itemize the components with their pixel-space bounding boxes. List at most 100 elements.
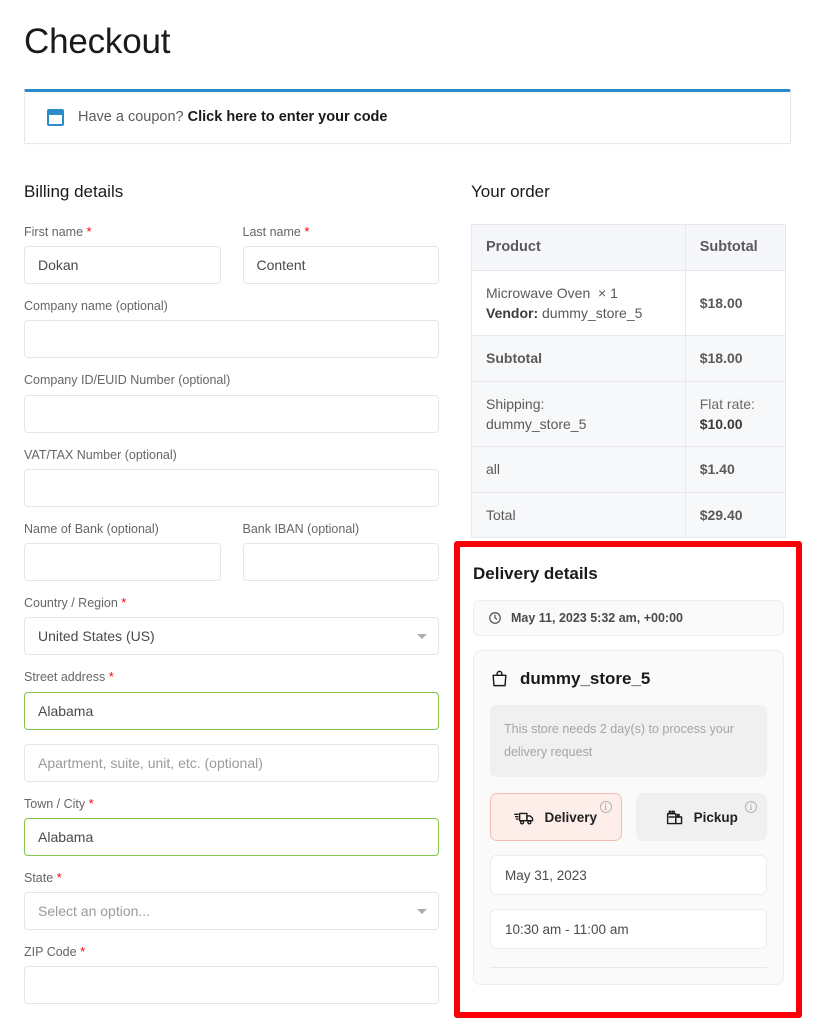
vat-tax-label: VAT/TAX Number (optional) xyxy=(24,447,177,462)
last-name-input[interactable] xyxy=(242,246,439,284)
subtotal-label: Subtotal xyxy=(471,335,686,382)
required-mark: * xyxy=(80,944,86,959)
store-header: dummy_store_5 xyxy=(490,669,767,689)
page-title: Checkout xyxy=(24,22,171,61)
order-item-cell: Microwave Oven × 1 Vendor: dummy_store_5 xyxy=(471,269,686,337)
state-label-text: State xyxy=(24,870,54,885)
order-table-head: Product Subtotal xyxy=(471,223,787,271)
delivery-time-field[interactable]: 10:30 am - 11:00 am xyxy=(490,909,767,950)
subtotal-amount: $18.00 xyxy=(684,335,787,382)
shipping-amount-cell: Flat rate: $10.00 xyxy=(684,380,787,448)
table-row: Shipping: dummy_store_5 Flat rate: $10.0… xyxy=(471,380,787,448)
vendor-name: dummy_store_5 xyxy=(542,305,643,322)
bank-iban-label: Bank IBAN (optional) xyxy=(242,521,360,536)
delivery-details-panel: Delivery details May 11, 2023 5:32 am, +… xyxy=(471,563,786,985)
total-amount: $29.40 xyxy=(684,491,787,538)
field-state: State * xyxy=(24,870,439,930)
required-mark: * xyxy=(88,795,94,811)
info-icon[interactable]: i xyxy=(599,801,612,814)
field-bank-name: Name of Bank (optional) xyxy=(24,521,221,581)
checkout-page: Checkout Have a coupon? Click here to en… xyxy=(0,0,815,1024)
table-row: Subtotal $18.00 xyxy=(471,335,787,382)
coupon-tag-icon xyxy=(47,108,64,126)
delivery-date-field[interactable]: May 31, 2023 xyxy=(490,855,767,896)
column-header-subtotal: Subtotal xyxy=(684,223,787,271)
field-vat-tax: VAT/TAX Number (optional) xyxy=(24,447,439,507)
order-summary-table: Product Subtotal Microwave Oven × 1 Vend… xyxy=(471,223,787,538)
coupon-text: Have a coupon? Click here to enter your … xyxy=(78,109,387,125)
info-icon[interactable]: i xyxy=(745,801,757,814)
bank-name-label: Name of Bank (optional) xyxy=(24,521,159,536)
bank-iban-input[interactable] xyxy=(242,543,439,581)
required-mark: * xyxy=(56,869,62,885)
product-qty: × 1 xyxy=(598,284,618,301)
zip-code-input[interactable] xyxy=(24,966,439,1005)
street-address-label: Street address * xyxy=(24,669,439,685)
street-address-input[interactable] xyxy=(24,691,439,730)
pickup-mode-button[interactable]: Pickup i xyxy=(635,793,767,842)
town-city-label-text: Town / City xyxy=(24,796,86,811)
first-name-input[interactable] xyxy=(24,246,221,284)
field-zip-code: ZIP Code * xyxy=(24,944,439,1005)
order-column: Your order Product Subtotal Microwave Ov… xyxy=(454,181,802,1019)
coupon-link[interactable]: Click here to enter your code xyxy=(188,109,388,125)
country-select[interactable] xyxy=(24,617,439,656)
shipping-store: dummy_store_5 xyxy=(486,415,587,432)
delivery-mode-button[interactable]: Delivery i xyxy=(490,793,622,842)
coupon-question: Have a coupon? xyxy=(78,109,184,126)
required-mark: * xyxy=(304,223,310,239)
zip-code-label: ZIP Code * xyxy=(24,944,439,960)
apartment-input[interactable] xyxy=(24,743,439,782)
bank-name-input[interactable] xyxy=(24,543,221,581)
total-label: Total xyxy=(471,491,686,538)
shopping-bag-icon xyxy=(490,669,509,688)
last-name-label: Last name * xyxy=(243,224,440,240)
field-last-name: Last name * xyxy=(242,224,440,284)
required-mark: * xyxy=(108,669,114,685)
company-id-label: Company ID/EUID Number (optional) xyxy=(24,373,231,388)
country-label: Country / Region * xyxy=(24,595,439,611)
state-select-wrap xyxy=(24,892,439,930)
delivery-mode-label: Delivery xyxy=(544,809,598,825)
country-select-wrap xyxy=(24,617,439,656)
billing-section-title: Billing details xyxy=(24,181,124,201)
shipping-label: Shipping: xyxy=(486,395,545,412)
last-name-label-text: Last name xyxy=(242,224,301,239)
first-name-label-text: First name xyxy=(24,224,84,239)
coupon-banner[interactable]: Have a coupon? Click here to enter your … xyxy=(24,88,791,144)
town-city-label: Town / City * xyxy=(24,796,439,812)
delivery-timestamp-text: May 11, 2023 5:32 am, +00:00 xyxy=(511,610,684,625)
street-address-label-text: Street address xyxy=(24,670,106,685)
state-label: State * xyxy=(24,870,439,886)
delivery-details-wrap: Delivery details May 11, 2023 5:32 am, +… xyxy=(454,540,802,1018)
delivery-mode-row: Delivery i Pickup i xyxy=(490,793,767,842)
card-divider xyxy=(490,967,767,969)
first-name-label: First name * xyxy=(24,224,221,240)
delivery-time-value: 10:30 am - 11:00 am xyxy=(505,921,629,937)
state-select[interactable] xyxy=(24,892,439,930)
pickup-mode-label: Pickup xyxy=(693,809,738,825)
table-row: Microwave Oven × 1 Vendor: dummy_store_5… xyxy=(471,269,787,337)
column-header-product: Product xyxy=(471,223,686,271)
tax-label: all xyxy=(471,446,686,493)
order-section-title: Your order xyxy=(471,181,550,201)
clock-icon xyxy=(488,611,502,625)
shipping-amount: $10.00 xyxy=(699,415,743,432)
zip-code-label-text: ZIP Code xyxy=(24,945,77,959)
store-name: dummy_store_5 xyxy=(520,668,651,688)
company-name-input[interactable] xyxy=(24,320,439,359)
order-item-amount: $18.00 xyxy=(684,269,787,337)
product-name: Microwave Oven xyxy=(486,284,591,301)
shipping-cell: Shipping: dummy_store_5 xyxy=(471,380,686,448)
field-apartment xyxy=(24,743,439,782)
delivery-truck-icon xyxy=(514,809,535,826)
table-row: Total $29.40 xyxy=(471,491,787,538)
order-table-body: Microwave Oven × 1 Vendor: dummy_store_5… xyxy=(471,269,787,538)
company-id-input[interactable] xyxy=(24,394,439,433)
bank-row: Name of Bank (optional) Bank IBAN (optio… xyxy=(24,521,439,595)
field-town-city: Town / City * xyxy=(24,796,439,856)
field-bank-iban: Bank IBAN (optional) xyxy=(242,521,439,581)
vat-tax-input[interactable] xyxy=(24,468,439,507)
company-name-label: Company name (optional) xyxy=(24,299,168,313)
town-city-input[interactable] xyxy=(24,817,439,856)
